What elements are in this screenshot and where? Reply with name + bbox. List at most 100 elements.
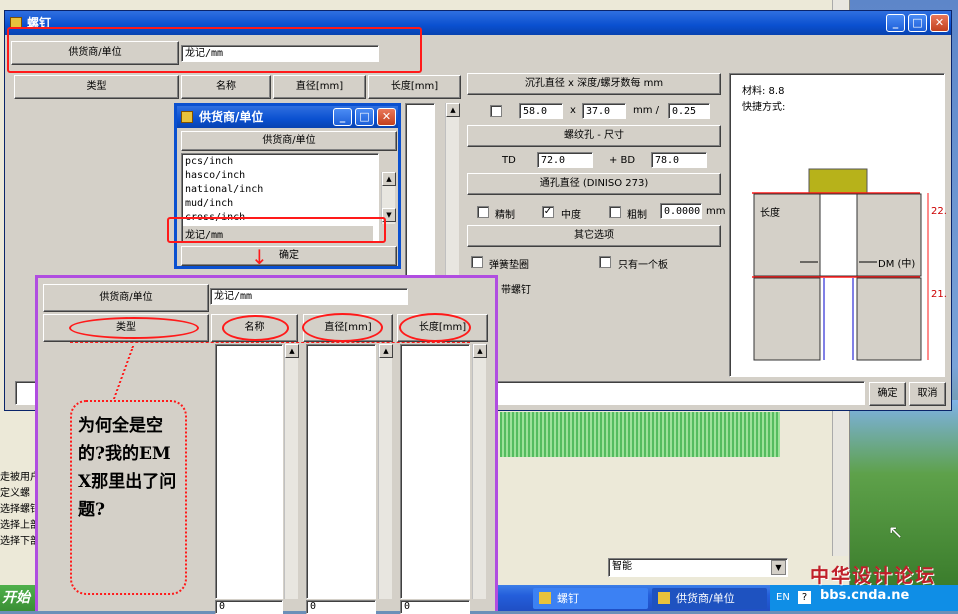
dialog-ok-button[interactable]: 确定 xyxy=(181,246,397,266)
other-options-header[interactable]: 其它选项 xyxy=(467,225,721,247)
mm-slash-label: mm / xyxy=(633,105,660,116)
bg-text-line: 走被用户 xyxy=(0,472,40,483)
type-header-highlight xyxy=(69,317,199,339)
ok-button-label: 确定 xyxy=(877,388,898,399)
thread-header[interactable]: 螺纹孔 - 尺寸 xyxy=(467,125,721,147)
dotted-guide xyxy=(70,342,470,343)
help-icon[interactable]: ? xyxy=(798,591,811,604)
lower-plate-left xyxy=(753,277,821,361)
only-one-plate-label: 只有一个板 xyxy=(618,260,668,271)
taskbar-item-label: 供货商/单位 xyxy=(676,592,735,605)
dialog-title: 供货商/单位 xyxy=(199,110,264,124)
mode-select-value: 智能 xyxy=(612,561,632,572)
thread-pitch-value: 0.25 xyxy=(672,106,697,117)
maximize-button[interactable]: □ xyxy=(355,108,374,126)
watermark-url-text: bbs.cnda.ne xyxy=(820,588,910,603)
language-indicator[interactable]: EN xyxy=(776,592,790,603)
background-app-text: 走被用户 定义螺 选择螺钉 选择上部 选择下部 xyxy=(0,470,40,550)
list-item[interactable]: mud/inch xyxy=(185,198,233,209)
scroll-up-button[interactable]: ▲ xyxy=(379,344,393,358)
counterbore-header[interactable]: 沉孔直径 x 深度/螺牙数每 mm xyxy=(467,73,721,95)
counterbore-diameter-field[interactable]: 58.0 xyxy=(519,103,563,119)
zoom-supplier-button[interactable]: 供货商/单位 xyxy=(43,284,209,312)
mode-select[interactable]: 智能 ▼ xyxy=(608,558,788,577)
zoom-length-list[interactable] xyxy=(400,344,470,599)
lower-plate-right xyxy=(856,277,922,361)
thread-header-label: 螺纹孔 - 尺寸 xyxy=(564,130,624,141)
column-header-diameter[interactable]: 直径[mm] xyxy=(273,75,366,99)
dialog-title-bar[interactable]: 供货商/单位 _ □ ✕ xyxy=(177,106,398,128)
coarse-fit-label: 粗制 xyxy=(627,210,647,221)
through-hole-header-label: 通孔直径 (DINISO 273) xyxy=(539,178,649,189)
taskbar-item-screw[interactable]: 螺钉 xyxy=(533,588,648,609)
ok-button[interactable]: 确定 xyxy=(869,382,906,406)
column-header-length[interactable]: 长度[mm] xyxy=(368,75,461,99)
zoom-diameter-list[interactable] xyxy=(306,344,376,599)
column-header-name[interactable]: 名称 xyxy=(181,75,271,99)
app-icon xyxy=(539,592,551,604)
column-header-label: 长度[mm] xyxy=(390,81,439,92)
chevron-down-icon[interactable]: ▼ xyxy=(771,560,786,575)
zoom-length-footer[interactable]: 0 xyxy=(400,600,470,614)
list-item[interactable]: pcs/inch xyxy=(185,156,233,167)
dim-top-label: 22. xyxy=(931,206,947,217)
fit-value-field[interactable]: 0.0000 xyxy=(660,203,702,219)
fit-mm-label: mm xyxy=(706,206,726,217)
bd-field[interactable]: 78.0 xyxy=(651,152,707,168)
zoom-supplier-value: 龙记/mm xyxy=(214,291,253,302)
close-button[interactable]: ✕ xyxy=(930,14,949,32)
list-item[interactable]: national/inch xyxy=(185,184,263,195)
fine-fit-label: 精制 xyxy=(495,210,515,221)
column-header-label: 类型 xyxy=(86,81,107,92)
footer-value: 0 xyxy=(310,601,317,612)
maximize-button[interactable]: □ xyxy=(908,14,927,32)
minimize-button[interactable]: _ xyxy=(886,14,905,32)
scroll-up-button[interactable]: ▲ xyxy=(285,344,299,358)
scroll-up-button[interactable]: ▲ xyxy=(473,344,487,358)
through-hole-header[interactable]: 通孔直径 (DINISO 273) xyxy=(467,173,721,195)
column-header-type[interactable]: 类型 xyxy=(14,75,179,99)
fine-fit-checkbox[interactable] xyxy=(477,206,489,218)
length-header-highlight xyxy=(399,313,471,342)
start-button[interactable]: 开始 xyxy=(0,585,40,611)
length-diagram-label: 长度 xyxy=(760,208,780,219)
thread-pitch-field[interactable]: 0.25 xyxy=(668,103,710,119)
zoom-length-scrollbar[interactable]: ▲ xyxy=(472,344,487,599)
supplier-highlight xyxy=(7,27,422,73)
td-label: TD xyxy=(502,155,516,166)
td-field[interactable]: 72.0 xyxy=(537,152,593,168)
taskbar-item-supplier[interactable]: 供货商/单位 xyxy=(652,588,767,609)
scroll-up-button[interactable]: ▲ xyxy=(446,103,460,117)
taskbar-item-label: 螺钉 xyxy=(557,592,579,605)
dm-diagram-label: DM (中) xyxy=(878,259,916,270)
medium-fit-checkbox[interactable]: ✓ xyxy=(542,206,554,218)
app-icon xyxy=(181,111,193,123)
zoom-name-footer[interactable]: 0 xyxy=(215,600,283,614)
td-value: 72.0 xyxy=(541,155,566,166)
supplier-list-header[interactable]: 供货商/单位 xyxy=(181,131,397,151)
only-one-plate-checkbox[interactable] xyxy=(599,256,611,268)
bd-value: 78.0 xyxy=(655,155,680,166)
scroll-up-button[interactable]: ▲ xyxy=(382,172,396,186)
other-options-label: 其它选项 xyxy=(574,230,614,241)
counterbore-depth-field[interactable]: 37.0 xyxy=(582,103,626,119)
zoom-name-scrollbar[interactable]: ▲ xyxy=(284,344,299,599)
zoom-diameter-scrollbar[interactable]: ▲ xyxy=(378,344,393,599)
spring-washer-checkbox[interactable] xyxy=(471,256,483,268)
cancel-button[interactable]: 取消 xyxy=(909,382,946,406)
plate-screw-label: 带螺钉 xyxy=(501,285,531,296)
column-header-label: 直径[mm] xyxy=(295,81,344,92)
minimize-button[interactable]: _ xyxy=(333,108,352,126)
list-item[interactable]: hasco/inch xyxy=(185,170,245,181)
zoom-diameter-footer[interactable]: 0 xyxy=(306,600,376,614)
counterbore-checkbox[interactable] xyxy=(490,105,502,117)
zoom-name-list[interactable] xyxy=(215,344,283,599)
coarse-fit-checkbox[interactable] xyxy=(609,206,621,218)
zoom-supplier-label: 供货商/单位 xyxy=(99,292,153,303)
zoom-supplier-field[interactable]: 龙记/mm xyxy=(210,288,408,305)
length-list[interactable] xyxy=(405,103,435,283)
spring-washer-label: 弹簧垫圈 xyxy=(489,260,529,271)
mouse-cursor-icon: ↖ xyxy=(888,522,904,543)
close-button[interactable]: ✕ xyxy=(377,108,396,126)
length-list-scrollbar[interactable]: ▲ xyxy=(445,103,460,283)
